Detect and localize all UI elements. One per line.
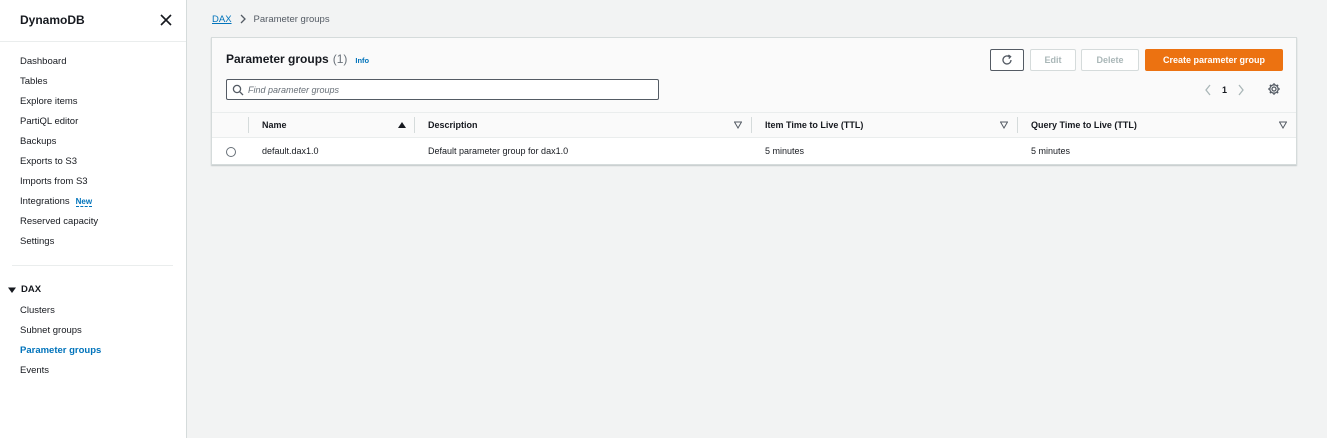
column-header-item-ttl[interactable]: Item Time to Live (TTL) <box>765 113 863 137</box>
sort-ascending-icon[interactable] <box>398 121 406 129</box>
close-icon[interactable] <box>159 13 173 27</box>
sidebar-item-backups[interactable]: Backups <box>0 132 186 152</box>
column-header-name[interactable]: Name <box>262 113 287 137</box>
breadcrumb-current: Parameter groups <box>253 13 330 25</box>
chevron-right-icon[interactable] <box>1237 84 1245 96</box>
sidebar-item-exports-to-s3[interactable]: Exports to S3 <box>0 152 186 172</box>
search-field[interactable] <box>226 79 659 100</box>
dax-section-title: DAX <box>21 284 42 295</box>
sidebar-item-subnet-groups[interactable]: Subnet groups <box>0 321 186 341</box>
sidebar-item-settings[interactable]: Settings <box>0 232 186 252</box>
search-icon <box>232 84 244 95</box>
caret-down-icon <box>8 287 16 293</box>
column-divider <box>414 117 415 133</box>
sidebar-item-label: Reserved capacity <box>20 216 99 227</box>
breadcrumb: DAX Parameter groups <box>212 12 330 26</box>
sidebar-item-imports-from-s3[interactable]: Imports from S3 <box>0 172 186 192</box>
sidebar-nav: Dashboard Tables Explore items PartiQL e… <box>0 52 186 252</box>
panel-title-text: Parameter groups <box>226 52 329 66</box>
cell-description: Default parameter group for dax1.0 <box>428 146 569 156</box>
sidebar-item-label: Tables <box>20 76 48 87</box>
create-parameter-group-button[interactable]: Create parameter group <box>1145 49 1283 71</box>
sidebar-item-label: PartiQL editor <box>20 116 79 127</box>
sidebar-item-label: Parameter groups <box>20 345 102 356</box>
sidebar-item-clusters[interactable]: Clusters <box>0 301 186 321</box>
refresh-icon <box>1002 54 1012 65</box>
sort-descending-icon[interactable] <box>1000 121 1008 129</box>
column-divider <box>751 117 752 133</box>
sidebar-divider <box>12 265 173 266</box>
sidebar-item-label: Events <box>20 365 50 376</box>
cell-query-ttl: 5 minutes <box>1031 146 1071 156</box>
dax-section-items: Clusters Subnet groups Parameter groups … <box>0 301 186 381</box>
table-header: Name Description Item Time to Live (TTL)… <box>212 112 1296 138</box>
column-divider <box>1017 117 1018 133</box>
sidebar-item-reserved-capacity[interactable]: Reserved capacity <box>0 212 186 232</box>
sidebar-item-integrations[interactable]: Integrations New <box>0 192 186 212</box>
sort-descending-icon[interactable] <box>734 121 742 129</box>
cell-item-ttl: 5 minutes <box>765 146 805 156</box>
column-header-description[interactable]: Description <box>428 113 478 137</box>
sidebar-item-explore-items[interactable]: Explore items <box>0 92 186 112</box>
parameter-groups-panel: Parameter groups (1) Info Edit Delete Cr… <box>211 37 1297 165</box>
sidebar-item-label: Settings <box>20 236 55 247</box>
sidebar-item-parameter-groups[interactable]: Parameter groups <box>0 341 186 361</box>
sidebar-item-label: Exports to S3 <box>20 156 78 167</box>
sidebar-item-label: Clusters <box>20 305 55 316</box>
sidebar-item-label: Backups <box>20 136 57 147</box>
sidebar-item-tables[interactable]: Tables <box>0 72 186 92</box>
search-input[interactable] <box>248 84 648 95</box>
new-badge: New <box>75 197 93 207</box>
sidebar-item-label: Dashboard <box>20 56 67 67</box>
column-divider <box>248 117 249 133</box>
chevron-right-icon <box>240 14 246 24</box>
info-link[interactable]: Info <box>355 56 369 65</box>
sort-descending-icon[interactable] <box>1279 121 1287 129</box>
refresh-button[interactable] <box>990 49 1024 71</box>
pagination: 1 <box>1204 82 1245 98</box>
sidebar-item-label: Integrations <box>20 196 70 207</box>
sidebar-item-label: Imports from S3 <box>20 176 88 187</box>
gear-icon[interactable] <box>1267 82 1281 96</box>
delete-button[interactable]: Delete <box>1081 49 1139 71</box>
side-navigation: DynamoDB Dashboard Tables Explore items … <box>0 0 187 438</box>
sidebar-header: DynamoDB <box>0 0 186 42</box>
panel-header: Parameter groups (1) Info Edit Delete Cr… <box>212 38 1296 112</box>
dax-section-toggle[interactable]: DAX <box>0 282 186 298</box>
sidebar-title[interactable]: DynamoDB <box>20 13 85 27</box>
cell-name: default.dax1.0 <box>262 146 319 156</box>
panel-count: (1) <box>332 52 348 66</box>
table-row[interactable]: default.dax1.0 Default parameter group f… <box>212 138 1296 165</box>
sidebar-item-partiql-editor[interactable]: PartiQL editor <box>0 112 186 132</box>
page-number[interactable]: 1 <box>1222 85 1227 95</box>
panel-title: Parameter groups (1) Info <box>226 52 369 66</box>
column-header-query-ttl[interactable]: Query Time to Live (TTL) <box>1031 113 1137 137</box>
chevron-left-icon[interactable] <box>1204 84 1212 96</box>
sidebar-item-events[interactable]: Events <box>0 361 186 381</box>
sidebar-item-label: Explore items <box>20 96 78 107</box>
row-select-radio[interactable] <box>226 147 236 157</box>
sidebar-item-label: Subnet groups <box>20 325 82 336</box>
sidebar-item-dashboard[interactable]: Dashboard <box>0 52 186 72</box>
dax-section: DAX Clusters Subnet groups Parameter gro… <box>0 282 186 376</box>
edit-button[interactable]: Edit <box>1030 49 1076 71</box>
breadcrumb-link-dax[interactable]: DAX <box>212 14 232 25</box>
